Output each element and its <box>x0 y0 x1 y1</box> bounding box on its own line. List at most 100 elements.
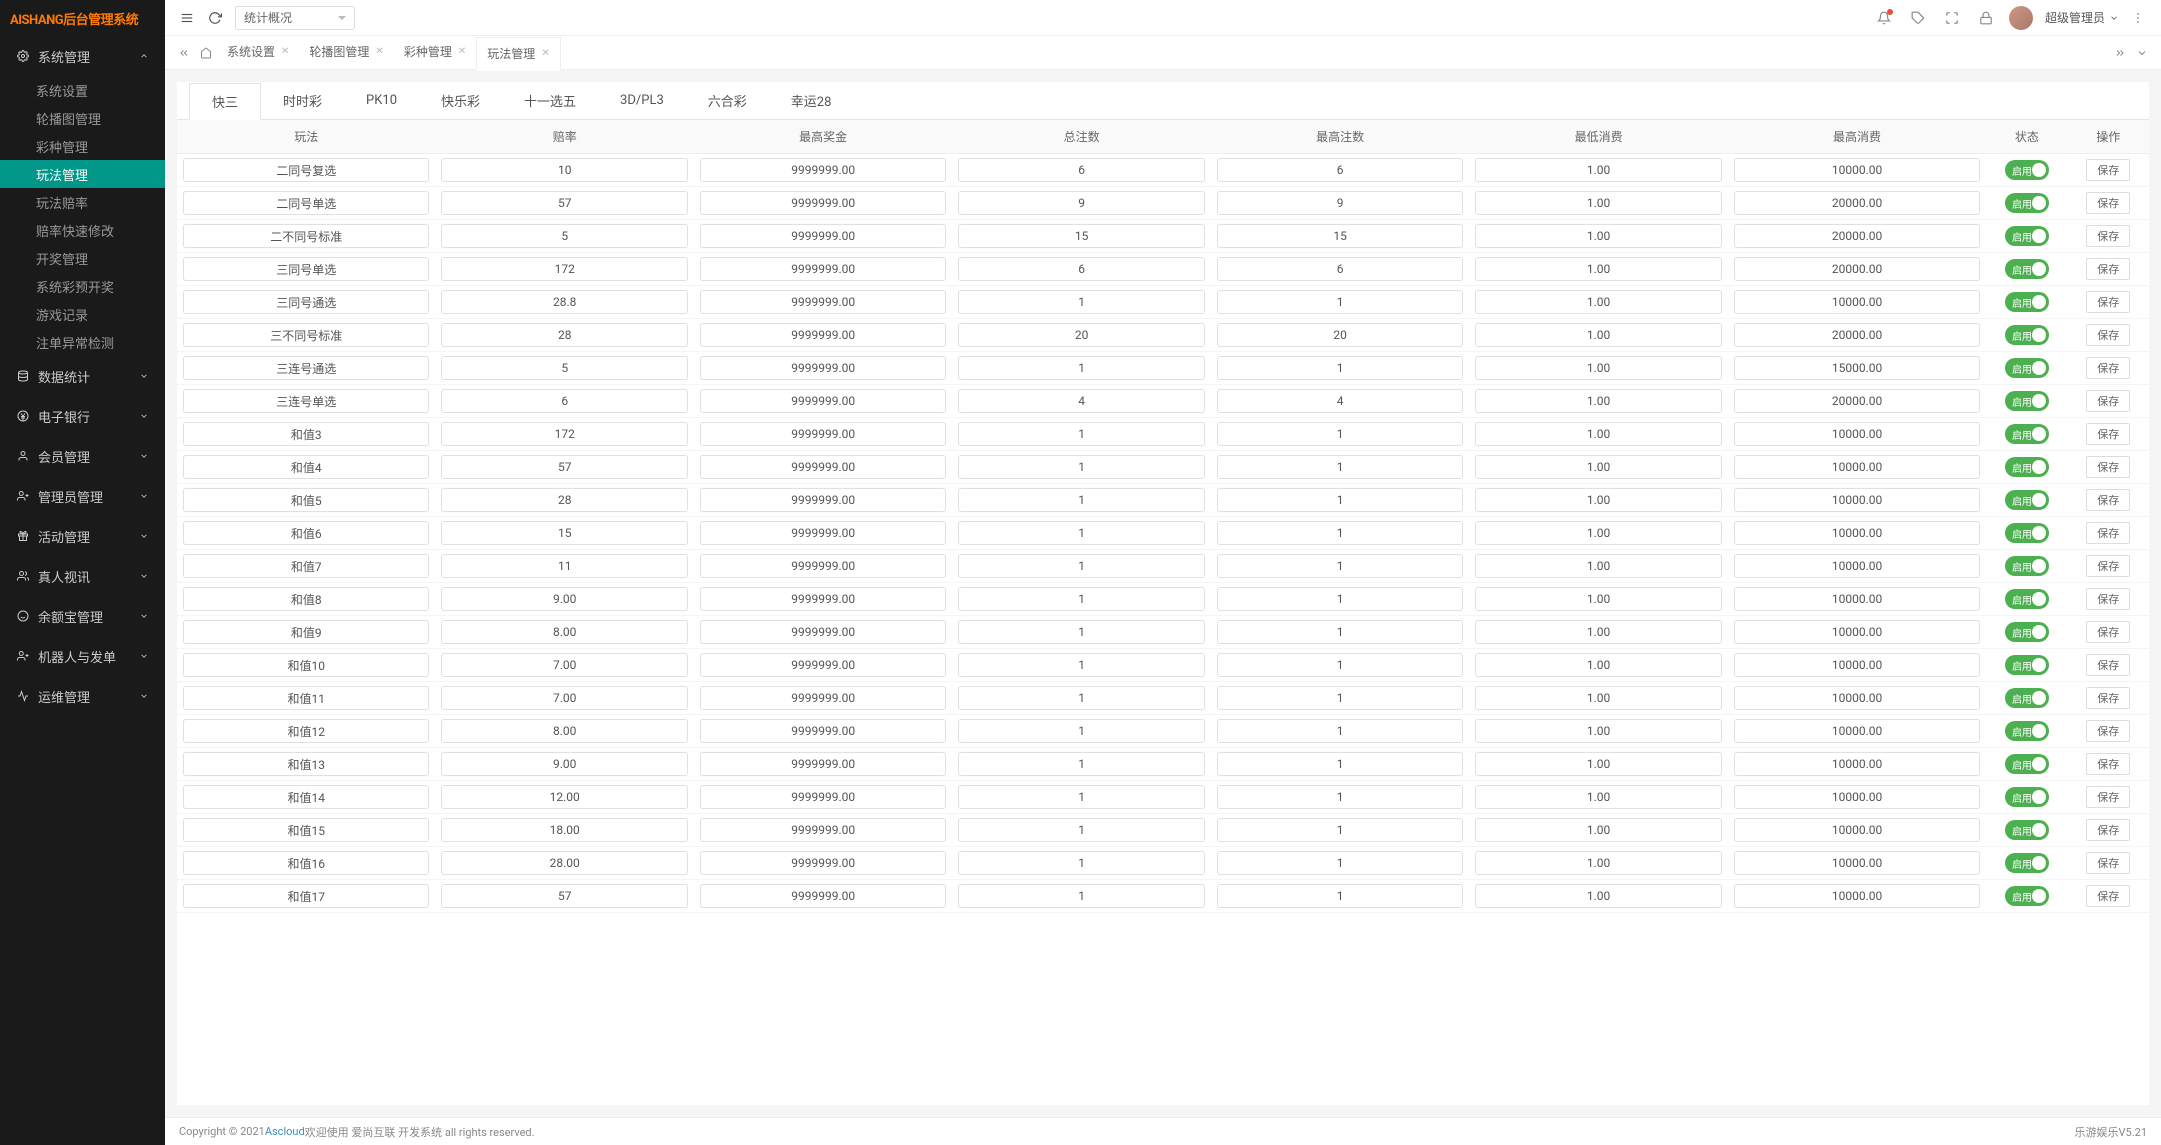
nav-item-系统设置[interactable]: 系统设置 <box>0 76 165 104</box>
inner-tab-幸运28[interactable]: 幸运28 <box>769 82 854 119</box>
save-button[interactable]: 保存 <box>2086 357 2130 379</box>
play-name-input[interactable] <box>183 356 429 380</box>
max-prize-input[interactable] <box>700 554 946 578</box>
max-bets-input[interactable] <box>1217 158 1463 182</box>
total-bets-input[interactable] <box>958 620 1204 644</box>
max-spend-input[interactable] <box>1734 488 1980 512</box>
avatar[interactable] <box>2009 6 2033 30</box>
max-spend-input[interactable] <box>1734 290 1980 314</box>
odds-input[interactable] <box>441 389 687 413</box>
min-spend-input[interactable] <box>1475 653 1721 677</box>
max-prize-input[interactable] <box>700 158 946 182</box>
more-icon[interactable] <box>2131 11 2147 25</box>
save-button[interactable]: 保存 <box>2086 753 2130 775</box>
max-prize-input[interactable] <box>700 389 946 413</box>
odds-input[interactable] <box>441 158 687 182</box>
nav-group-数据统计[interactable]: 数据统计 <box>0 356 165 396</box>
play-name-input[interactable] <box>183 455 429 479</box>
status-toggle[interactable]: 启用 <box>2005 424 2049 444</box>
play-name-input[interactable] <box>183 290 429 314</box>
min-spend-input[interactable] <box>1475 719 1721 743</box>
nav-group-运维管理[interactable]: 运维管理 <box>0 676 165 716</box>
max-bets-input[interactable] <box>1217 851 1463 875</box>
inner-tab-时时彩[interactable]: 时时彩 <box>261 82 344 119</box>
tab-系统设置[interactable]: 系统设置✕ <box>217 36 299 70</box>
max-bets-input[interactable] <box>1217 752 1463 776</box>
play-name-input[interactable] <box>183 818 429 842</box>
status-toggle[interactable]: 启用 <box>2005 523 2049 543</box>
nav-item-彩种管理[interactable]: 彩种管理 <box>0 132 165 160</box>
total-bets-input[interactable] <box>958 752 1204 776</box>
save-button[interactable]: 保存 <box>2086 687 2130 709</box>
save-button[interactable]: 保存 <box>2086 885 2130 907</box>
nav-group-电子银行[interactable]: 电子银行 <box>0 396 165 436</box>
save-button[interactable]: 保存 <box>2086 621 2130 643</box>
status-toggle[interactable]: 启用 <box>2005 688 2049 708</box>
play-name-input[interactable] <box>183 719 429 743</box>
status-toggle[interactable]: 启用 <box>2005 622 2049 642</box>
odds-input[interactable] <box>441 884 687 908</box>
max-spend-input[interactable] <box>1734 818 1980 842</box>
odds-input[interactable] <box>441 653 687 677</box>
max-prize-input[interactable] <box>700 686 946 710</box>
max-spend-input[interactable] <box>1734 389 1980 413</box>
inner-tab-快乐彩[interactable]: 快乐彩 <box>419 82 502 119</box>
max-prize-input[interactable] <box>700 422 946 446</box>
max-spend-input[interactable] <box>1734 884 1980 908</box>
nav-group-机器人与发单[interactable]: 机器人与发单 <box>0 636 165 676</box>
save-button[interactable]: 保存 <box>2086 258 2130 280</box>
max-bets-input[interactable] <box>1217 488 1463 512</box>
total-bets-input[interactable] <box>958 191 1204 215</box>
save-button[interactable]: 保存 <box>2086 819 2130 841</box>
close-icon[interactable]: ✕ <box>541 48 549 59</box>
play-name-input[interactable] <box>183 587 429 611</box>
min-spend-input[interactable] <box>1475 389 1721 413</box>
bell-icon[interactable] <box>1873 7 1895 29</box>
max-bets-input[interactable] <box>1217 191 1463 215</box>
page-selector[interactable]: 统计概况 <box>235 6 355 30</box>
odds-input[interactable] <box>441 191 687 215</box>
play-name-input[interactable] <box>183 224 429 248</box>
tag-icon[interactable] <box>1907 7 1929 29</box>
play-name-input[interactable] <box>183 686 429 710</box>
play-name-input[interactable] <box>183 620 429 644</box>
min-spend-input[interactable] <box>1475 686 1721 710</box>
play-name-input[interactable] <box>183 422 429 446</box>
min-spend-input[interactable] <box>1475 158 1721 182</box>
total-bets-input[interactable] <box>958 785 1204 809</box>
nav-group-会员管理[interactable]: 会员管理 <box>0 436 165 476</box>
min-spend-input[interactable] <box>1475 191 1721 215</box>
status-toggle[interactable]: 启用 <box>2005 292 2049 312</box>
status-toggle[interactable]: 启用 <box>2005 721 2049 741</box>
save-button[interactable]: 保存 <box>2086 423 2130 445</box>
total-bets-input[interactable] <box>958 389 1204 413</box>
odds-input[interactable] <box>441 620 687 644</box>
inner-tab-六合彩[interactable]: 六合彩 <box>686 82 769 119</box>
max-spend-input[interactable] <box>1734 620 1980 644</box>
tab-轮播图管理[interactable]: 轮播图管理✕ <box>299 36 393 70</box>
save-button[interactable]: 保存 <box>2086 192 2130 214</box>
max-spend-input[interactable] <box>1734 752 1980 776</box>
save-button[interactable]: 保存 <box>2086 522 2130 544</box>
max-prize-input[interactable] <box>700 719 946 743</box>
max-bets-input[interactable] <box>1217 719 1463 743</box>
save-button[interactable]: 保存 <box>2086 654 2130 676</box>
max-bets-input[interactable] <box>1217 884 1463 908</box>
odds-input[interactable] <box>441 455 687 479</box>
odds-input[interactable] <box>441 224 687 248</box>
status-toggle[interactable]: 启用 <box>2005 391 2049 411</box>
min-spend-input[interactable] <box>1475 851 1721 875</box>
save-button[interactable]: 保存 <box>2086 489 2130 511</box>
max-prize-input[interactable] <box>700 620 946 644</box>
nav-group-余额宝管理[interactable]: 余额宝管理 <box>0 596 165 636</box>
min-spend-input[interactable] <box>1475 224 1721 248</box>
max-spend-input[interactable] <box>1734 719 1980 743</box>
max-spend-input[interactable] <box>1734 356 1980 380</box>
min-spend-input[interactable] <box>1475 422 1721 446</box>
inner-tab-PK10[interactable]: PK10 <box>344 82 419 119</box>
total-bets-input[interactable] <box>958 554 1204 578</box>
save-button[interactable]: 保存 <box>2086 852 2130 874</box>
play-name-input[interactable] <box>183 488 429 512</box>
status-toggle[interactable]: 启用 <box>2005 589 2049 609</box>
min-spend-input[interactable] <box>1475 257 1721 281</box>
